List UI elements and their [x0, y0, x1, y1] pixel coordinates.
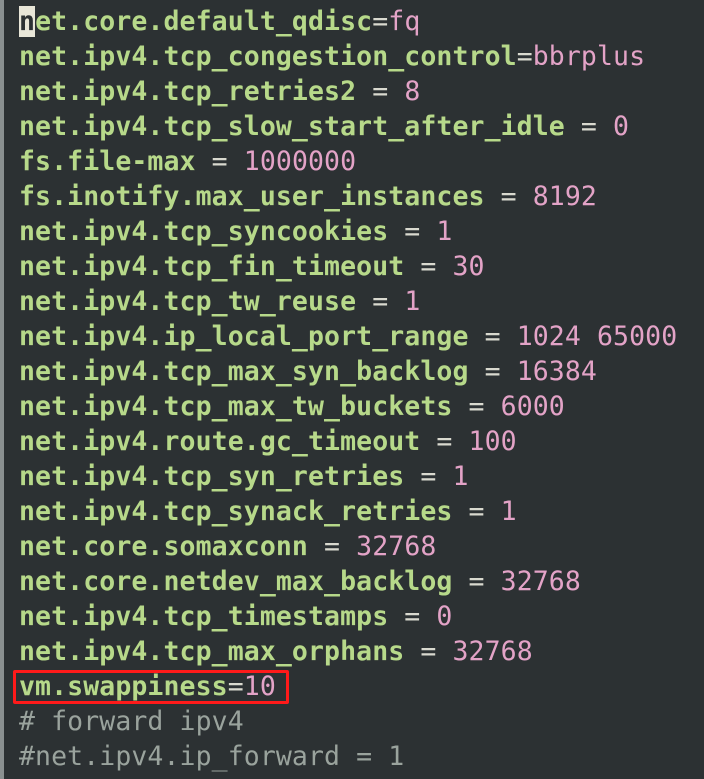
config-line-tcp-max-syn-backlog[interactable]: net.ipv4.tcp_max_syn_backlog = 16384 — [19, 354, 597, 389]
config-separator: = — [356, 76, 405, 107]
comment-line-ip-forward[interactable]: #net.ipv4.ip_forward = 1 — [19, 739, 404, 774]
config-line-tcp-max-orphans[interactable]: net.ipv4.tcp_max_orphans = 32768 — [19, 634, 533, 669]
config-separator: = — [388, 601, 437, 632]
config-key: net.core.netdev_max_backlog — [19, 566, 453, 597]
config-value: 1 — [404, 286, 421, 317]
config-key: fs.file-max — [19, 146, 196, 177]
config-line-inotify-max-user-instances[interactable]: fs.inotify.max_user_instances = 8192 — [19, 179, 597, 214]
text-editor[interactable]: net.core.default_qdisc=fq net.ipv4.tcp_c… — [0, 0, 704, 779]
config-key: net.ipv4.ip_local_port_range — [19, 321, 469, 352]
config-key: net.ipv4.tcp_slow_start_after_idle — [19, 111, 565, 142]
config-value: 30 — [452, 251, 485, 282]
config-separator: = — [452, 391, 501, 422]
swappiness-highlight-box — [13, 670, 289, 704]
config-key: net.ipv4.tcp_retries2 — [19, 76, 357, 107]
config-value: bbrplus — [532, 41, 646, 72]
config-line-tcp-tw-reuse[interactable]: net.ipv4.tcp_tw_reuse = 1 — [19, 284, 420, 319]
config-line-somaxconn[interactable]: net.core.somaxconn = 32768 — [19, 529, 436, 564]
config-line-tcp-retries2[interactable]: net.ipv4.tcp_retries2 = 8 — [19, 74, 420, 109]
editor-gutter — [0, 0, 4, 779]
config-value: 1000000 — [243, 146, 357, 177]
config-key: net.ipv4.tcp_fin_timeout — [19, 251, 405, 282]
config-value: 8192 — [532, 181, 597, 212]
config-value: fq — [388, 6, 421, 37]
config-key: net.ipv4.tcp_syn_retries — [19, 461, 405, 492]
config-separator: = — [195, 146, 244, 177]
config-key: net.ipv4.tcp_synack_retries — [19, 496, 453, 527]
config-key: net.ipv4.tcp_syncookies — [19, 216, 389, 247]
config-separator: = — [564, 111, 614, 142]
config-value: 6000 — [500, 391, 565, 422]
config-line-file-max[interactable]: fs.file-max = 1000000 — [19, 144, 356, 179]
config-value: 1024 65000 — [516, 321, 678, 352]
config-separator: = — [372, 6, 389, 37]
config-line-tcp-timestamps[interactable]: net.ipv4.tcp_timestamps = 0 — [19, 599, 452, 634]
config-line-tcp-syn-retries[interactable]: net.ipv4.tcp_syn_retries = 1 — [19, 459, 469, 494]
config-value: 0 — [613, 111, 630, 142]
config-separator: = — [420, 426, 469, 457]
config-value: 32768 — [452, 636, 533, 667]
config-value: 1 — [452, 461, 469, 492]
config-line-route-gc-timeout[interactable]: net.ipv4.route.gc_timeout = 100 — [19, 424, 517, 459]
config-line-tcp-max-tw-buckets[interactable]: net.ipv4.tcp_max_tw_buckets = 6000 — [19, 389, 565, 424]
config-value: 1 — [436, 216, 453, 247]
config-separator: = — [404, 251, 453, 282]
config-separator: = — [307, 531, 357, 562]
config-key: net.ipv4.tcp_max_orphans — [19, 636, 405, 667]
config-separator: = — [452, 566, 501, 597]
config-separator: = — [404, 461, 453, 492]
config-line-congestion-control[interactable]: net.ipv4.tcp_congestion_control=bbrplus — [19, 39, 645, 74]
config-line-tcp-syncookies[interactable]: net.ipv4.tcp_syncookies = 1 — [19, 214, 452, 249]
config-key: net.core.somaxconn — [19, 531, 308, 562]
config-separator: = — [468, 356, 517, 387]
config-line-tcp-fin-timeout[interactable]: net.ipv4.tcp_fin_timeout = 30 — [19, 249, 485, 284]
config-key: net.ipv4.tcp_timestamps — [19, 601, 389, 632]
config-line-ip-local-port-range[interactable]: net.ipv4.ip_local_port_range = 1024 6500… — [19, 319, 677, 354]
config-separator: = — [468, 321, 517, 352]
config-separator: = — [484, 181, 533, 212]
config-key: fs.inotify.max_user_instances — [19, 181, 485, 212]
config-line-netdev-max-backlog[interactable]: net.core.netdev_max_backlog = 32768 — [19, 564, 581, 599]
config-key: net.ipv4.tcp_tw_reuse — [19, 286, 357, 317]
config-key: net.ipv4.tcp_max_tw_buckets — [19, 391, 453, 422]
text-cursor: n — [19, 6, 36, 37]
config-separator: = — [452, 496, 501, 527]
config-value: 0 — [436, 601, 453, 632]
config-key: et.core.default_qdisc — [35, 6, 373, 37]
config-value: 1 — [500, 496, 517, 527]
config-key: net.ipv4.tcp_congestion_control — [19, 41, 517, 72]
comment-line-forward-ipv4[interactable]: # forward ipv4 — [19, 704, 244, 739]
config-line-slow-start-after-idle[interactable]: net.ipv4.tcp_slow_start_after_idle = 0 — [19, 109, 629, 144]
config-line-default-qdisc[interactable]: net.core.default_qdisc=fq — [19, 4, 420, 39]
config-key: net.ipv4.tcp_max_syn_backlog — [19, 356, 469, 387]
config-separator: = — [388, 216, 437, 247]
config-separator: = — [404, 636, 453, 667]
config-value: 32768 — [500, 566, 581, 597]
config-separator: = — [356, 286, 405, 317]
config-separator: = — [516, 41, 533, 72]
config-value: 100 — [468, 426, 517, 457]
config-value: 16384 — [516, 356, 597, 387]
config-value: 32768 — [356, 531, 437, 562]
config-key: net.ipv4.route.gc_timeout — [19, 426, 421, 457]
config-value: 8 — [404, 76, 421, 107]
config-line-tcp-synack-retries[interactable]: net.ipv4.tcp_synack_retries = 1 — [19, 494, 517, 529]
